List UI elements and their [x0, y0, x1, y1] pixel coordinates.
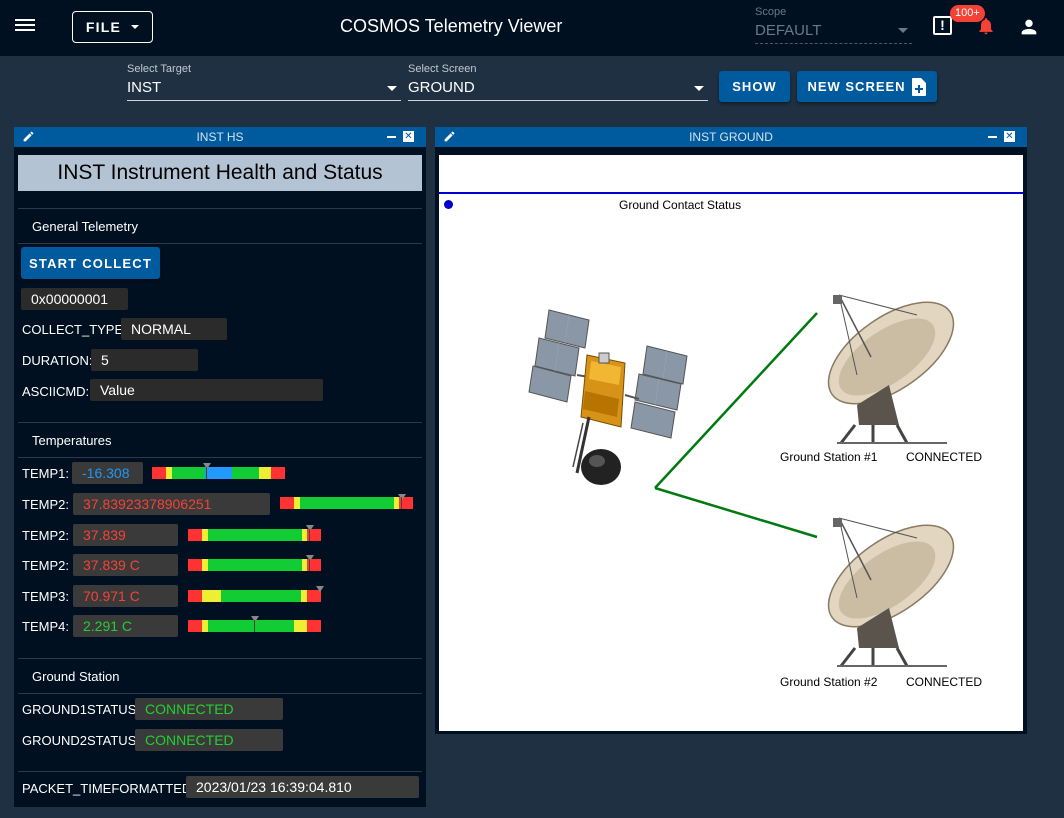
- divider: [18, 658, 422, 659]
- temp-value: 70.971 C: [73, 585, 178, 607]
- limits-bar: [188, 559, 321, 571]
- new-screen-button[interactable]: NEW SCREEN: [797, 71, 937, 102]
- ground2-status-value: CONNECTED: [135, 729, 283, 751]
- divider: [18, 243, 422, 244]
- ground2-status-label: GROUND2STATUS:: [22, 733, 140, 748]
- chevron-down-icon: [694, 86, 704, 91]
- limits-marker: [306, 555, 314, 561]
- temperatures-label: Temperatures: [32, 433, 112, 448]
- asciicmd-label: ASCIICMD:: [22, 384, 90, 399]
- asciicmd-input[interactable]: Value: [90, 379, 323, 401]
- close-icon[interactable]: ✕: [403, 131, 414, 142]
- limits-marker: [398, 494, 406, 500]
- ground-station-1-icon: [827, 294, 955, 444]
- user-icon[interactable]: [1018, 16, 1040, 38]
- app-bar: FILE COSMOS Telemetry Viewer Scope DEFAU…: [0, 0, 1064, 56]
- collect-type-label: COLLECT_TYPE:: [22, 322, 127, 337]
- edit-icon[interactable]: [443, 130, 456, 143]
- close-icon[interactable]: ✕: [1004, 131, 1015, 142]
- link-lines: [654, 312, 818, 539]
- collect-type-value: NORMAL: [121, 318, 227, 340]
- screen-select-value: GROUND: [408, 79, 475, 96]
- hex-value: 0x00000001: [21, 288, 128, 310]
- duration-label: DURATION:: [22, 353, 93, 368]
- ground-drawing: [528, 294, 955, 667]
- show-button[interactable]: SHOW: [719, 71, 790, 102]
- scope-value: DEFAULT: [755, 22, 822, 39]
- start-collect-button[interactable]: START COLLECT: [21, 247, 160, 279]
- chevron-down-icon: [387, 86, 397, 91]
- screen-select-label: Select Screen: [408, 63, 477, 75]
- packet-time-label: PACKET_TIMEFORMATTED:: [22, 781, 195, 796]
- scope-label: Scope: [755, 6, 787, 18]
- limits-bar: [188, 529, 321, 541]
- limits-marker-line: [309, 559, 310, 571]
- scope-select[interactable]: DEFAULT: [755, 22, 912, 44]
- temp-label: TEMP4:: [22, 619, 69, 634]
- limits-marker-line: [254, 620, 255, 632]
- edit-icon[interactable]: [22, 130, 35, 143]
- divider: [18, 422, 422, 423]
- inst-hs-header-title: INST HS: [196, 130, 244, 144]
- notification-badge: 100+: [950, 5, 985, 22]
- limits-marker-line: [309, 529, 310, 541]
- limits-marker-line: [206, 467, 207, 479]
- station2-label: Ground Station #2: [780, 675, 878, 689]
- target-select[interactable]: INST: [127, 77, 401, 101]
- temp-label: TEMP2:: [22, 497, 69, 512]
- chevron-down-icon: [898, 28, 908, 33]
- inst-ground-header-title: INST GROUND: [689, 130, 773, 144]
- temp-label: TEMP2:: [22, 558, 69, 573]
- duration-value: 5: [91, 349, 198, 371]
- divider: [18, 771, 422, 772]
- new-screen-label: NEW SCREEN: [807, 79, 906, 94]
- temp-value: 37.83923378906251: [73, 493, 270, 515]
- temp-value: 37.839 C: [73, 554, 178, 576]
- menu-icon[interactable]: [12, 14, 38, 40]
- divider: [18, 208, 422, 209]
- limits-bar: [188, 590, 321, 602]
- ground-canvas: Ground Contact Status Ground Station #1 …: [439, 155, 1023, 731]
- target-select-label: Select Target: [127, 63, 192, 75]
- temp-label: TEMP1:: [22, 466, 69, 481]
- temp-value: 2.291 C: [73, 615, 178, 637]
- divider: [18, 693, 422, 694]
- temp-value: -16.308: [72, 462, 143, 484]
- chevron-down-icon: [131, 25, 140, 29]
- minimize-icon[interactable]: [988, 136, 997, 138]
- new-file-icon: [911, 77, 926, 96]
- satellite-icon: [528, 309, 688, 485]
- ground1-status-label: GROUND1STATUS:: [22, 702, 140, 717]
- limits-marker: [203, 463, 211, 469]
- alert-icon[interactable]: !: [933, 16, 952, 35]
- limits-marker: [316, 586, 324, 592]
- limits-bar: [280, 497, 413, 509]
- minimize-icon[interactable]: [387, 136, 396, 138]
- inst-ground-header: INST GROUND ✕: [435, 127, 1027, 147]
- file-menu-button[interactable]: FILE: [72, 11, 153, 43]
- temp-label: TEMP2:: [22, 528, 69, 543]
- ground-station-2-icon: [827, 517, 955, 667]
- limits-marker: [251, 616, 259, 622]
- limits-marker: [306, 525, 314, 531]
- ground-station-label: Ground Station: [32, 669, 120, 684]
- ground1-status-value: CONNECTED: [135, 698, 283, 720]
- screen-select[interactable]: GROUND: [408, 77, 708, 101]
- station1-label: Ground Station #1: [780, 450, 878, 464]
- temp-value: 37.839: [73, 524, 178, 546]
- divider: [18, 457, 422, 458]
- limits-marker-line: [401, 497, 402, 509]
- station2-status: CONNECTED: [906, 675, 983, 689]
- app-title: COSMOS Telemetry Viewer: [340, 16, 563, 36]
- packet-time-value: 2023/01/23 16:39:04.810: [186, 776, 419, 798]
- hs-screen-title: INST Instrument Health and Status: [18, 155, 422, 191]
- station1-status: CONNECTED: [906, 450, 983, 464]
- inst-hs-header: INST HS ✕: [14, 127, 426, 147]
- file-menu-label: FILE: [85, 19, 122, 35]
- temp-label: TEMP3:: [22, 589, 69, 604]
- target-select-value: INST: [127, 79, 162, 96]
- limits-bar: [152, 467, 285, 479]
- general-telemetry-label: General Telemetry: [32, 219, 138, 234]
